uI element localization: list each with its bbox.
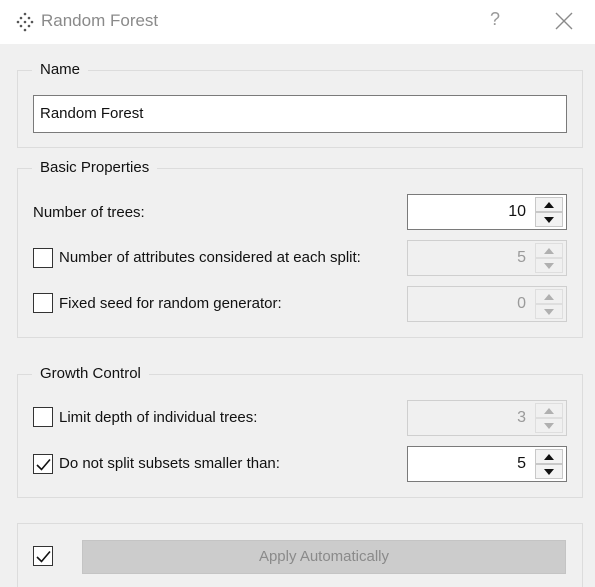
help-button[interactable]: ? <box>486 9 504 30</box>
number-of-trees-label: Number of trees: <box>33 204 145 221</box>
random-forest-app-icon <box>16 12 34 32</box>
basic-properties-title: Basic Properties <box>32 159 158 176</box>
apply-button[interactable]: Apply Automatically <box>82 540 566 574</box>
chevron-up-icon <box>544 407 554 414</box>
seed-value: 0 <box>517 295 526 312</box>
spin-down-button[interactable] <box>535 212 563 227</box>
name-input[interactable]: Random Forest <box>33 95 567 133</box>
attributes-label: Number of attributes considered at each … <box>59 249 361 266</box>
spin-up-button[interactable] <box>535 243 563 258</box>
window-title: Random Forest <box>41 11 159 30</box>
close-icon[interactable] <box>553 10 575 32</box>
seed-label: Fixed seed for random generator: <box>59 295 282 312</box>
chevron-down-icon <box>544 468 554 475</box>
depth-label: Limit depth of individual trees: <box>59 409 258 426</box>
attributes-checkbox[interactable] <box>33 248 53 268</box>
spin-down-button[interactable] <box>535 304 563 319</box>
split-label: Do not split subsets smaller than: <box>59 455 280 472</box>
spin-up-button[interactable] <box>535 449 563 464</box>
number-of-trees-value: 10 <box>508 203 526 220</box>
seed-spinbox[interactable]: 0 <box>407 286 567 322</box>
chevron-up-icon <box>544 247 554 254</box>
chevron-down-icon <box>544 422 554 429</box>
spin-up-button[interactable] <box>535 403 563 418</box>
spin-up-button[interactable] <box>535 197 563 212</box>
chevron-up-icon <box>544 293 554 300</box>
name-group-title: Name <box>32 61 89 78</box>
number-of-trees-spinbox[interactable]: 10 <box>407 194 567 230</box>
depth-checkbox[interactable] <box>33 407 53 427</box>
split-value: 5 <box>517 455 526 472</box>
chevron-up-icon <box>544 201 554 208</box>
attributes-value: 5 <box>517 249 526 266</box>
seed-checkbox[interactable] <box>33 293 53 313</box>
chevron-down-icon <box>544 262 554 269</box>
spin-down-button[interactable] <box>535 418 563 433</box>
chevron-down-icon <box>544 216 554 223</box>
chevron-down-icon <box>544 308 554 315</box>
title-bar: Random Forest ? <box>0 0 595 44</box>
split-spinbox[interactable]: 5 <box>407 446 567 482</box>
spin-down-button[interactable] <box>535 258 563 273</box>
depth-spinbox[interactable]: 3 <box>407 400 567 436</box>
spin-up-button[interactable] <box>535 289 563 304</box>
depth-value: 3 <box>517 409 526 426</box>
checkmark-icon <box>36 458 51 471</box>
attributes-spinbox[interactable]: 5 <box>407 240 567 276</box>
chevron-up-icon <box>544 453 554 460</box>
checkmark-icon <box>36 550 51 563</box>
auto-apply-checkbox[interactable] <box>33 546 53 566</box>
split-checkbox[interactable] <box>33 454 53 474</box>
growth-control-title: Growth Control <box>32 365 149 382</box>
spin-down-button[interactable] <box>535 464 563 479</box>
